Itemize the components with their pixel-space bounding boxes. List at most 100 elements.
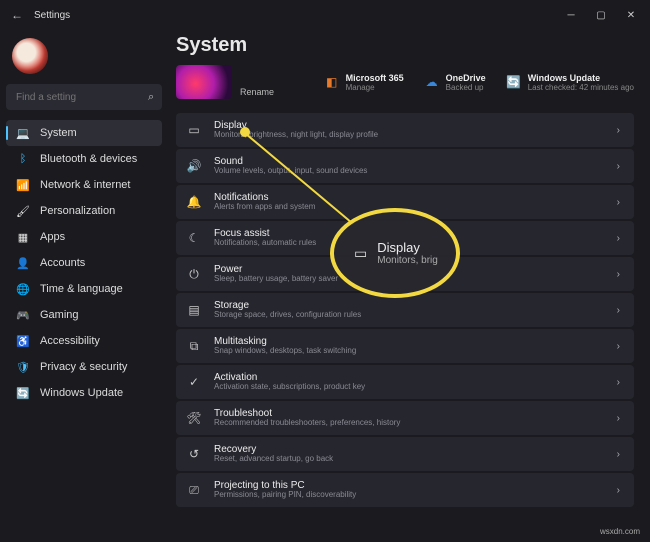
nav-label: Gaming xyxy=(40,309,79,321)
chevron-right-icon: › xyxy=(617,233,620,244)
row-text: MultitaskingSnap windows, desktops, task… xyxy=(214,336,605,356)
service-onedrive[interactable]: ☁OneDriveBacked up xyxy=(424,73,486,92)
service-sub: Manage xyxy=(346,83,404,92)
nav-icon: 🎮 xyxy=(16,309,30,322)
row-sub: Snap windows, desktops, task switching xyxy=(214,347,605,356)
setting-row-multitasking[interactable]: ⧉ MultitaskingSnap windows, desktops, tas… xyxy=(176,329,634,363)
row-text: SoundVolume levels, output, input, sound… xyxy=(214,156,605,176)
row-sub: Reset, advanced startup, go back xyxy=(214,455,605,464)
sidebar-item-privacy-security[interactable]: 🛡Privacy & security xyxy=(6,354,162,380)
chevron-right-icon: › xyxy=(617,269,620,280)
service-icon: ◧ xyxy=(324,74,340,90)
titlebar: ← Settings ─ ▢ ✕ xyxy=(0,0,650,30)
chevron-right-icon: › xyxy=(617,125,620,136)
nav-label: Apps xyxy=(40,231,65,243)
window-controls: ─ ▢ ✕ xyxy=(556,2,646,28)
setting-row-projecting-to-this-pc[interactable]: ⎚Projecting to this PCPermissions, pairi… xyxy=(176,473,634,507)
row-icon: 🔔 xyxy=(186,195,202,209)
nav-label: Accounts xyxy=(40,257,85,269)
setting-list: ▭DisplayMonitors, brightness, night ligh… xyxy=(176,113,634,507)
attribution: wsxdn.com xyxy=(600,527,640,536)
row-icon: ⏻ xyxy=(186,267,202,282)
sidebar: ⌕ 💻 System ᛒ Bluetooth & devices 📶Network & … xyxy=(0,30,168,542)
nav-label: Windows Update xyxy=(40,387,123,399)
rename-link[interactable]: Rename xyxy=(240,87,274,97)
nav-icon: 👤 xyxy=(16,257,30,270)
chevron-right-icon: › xyxy=(617,377,620,388)
row-icon: ▭ xyxy=(186,123,202,137)
row-text: NotificationsAlerts from apps and system xyxy=(214,192,605,212)
nav-icon: 🛡 xyxy=(16,361,30,374)
setting-row-recovery[interactable]: ↺RecoveryReset, advanced startup, go bac… xyxy=(176,437,634,471)
setting-row-power[interactable]: ⏻ PowerSleep, battery usage, battery save… xyxy=(176,257,634,291)
sidebar-item-windows-update[interactable]: 🔄Windows Update xyxy=(6,380,162,406)
nav-label: Bluetooth & devices xyxy=(40,153,137,165)
setting-row-troubleshoot[interactable]: 🛠TroubleshootRecommended troubleshooters… xyxy=(176,401,634,435)
row-icon: ⧉ xyxy=(186,339,202,354)
setting-row-focus-assist[interactable]: ☾ Focus assistNotifications, automatic ru… xyxy=(176,221,634,255)
search-input[interactable] xyxy=(16,92,148,103)
chevron-right-icon: › xyxy=(617,413,620,424)
row-sub: Monitors, brightness, night light, displ… xyxy=(214,131,605,140)
row-sub: Notifications, automatic rules xyxy=(214,239,605,248)
close-button[interactable]: ✕ xyxy=(616,2,646,28)
row-sub: Permissions, pairing PIN, discoverabilit… xyxy=(214,491,605,500)
service-windows-update[interactable]: 🔄Windows UpdateLast checked: 42 minutes … xyxy=(506,73,634,92)
avatar[interactable] xyxy=(12,38,48,74)
sidebar-item-accounts[interactable]: 👤 Accounts xyxy=(6,250,162,276)
chevron-right-icon: › xyxy=(617,485,620,496)
row-sub: Storage space, drives, configuration rul… xyxy=(214,311,605,320)
row-text: RecoveryReset, advanced startup, go back xyxy=(214,444,605,464)
setting-row-notifications[interactable]: 🔔 NotificationsAlerts from apps and syste… xyxy=(176,185,634,219)
service-title: OneDrive xyxy=(446,73,486,83)
row-text: StorageStorage space, drives, configurat… xyxy=(214,300,605,320)
row-icon: ☾ xyxy=(186,231,202,245)
main-content: System Rename ◧ Microsoft 365Manage ☁OneDr… xyxy=(168,30,650,542)
setting-row-activation[interactable]: ✓ActivationActivation state, subscriptio… xyxy=(176,365,634,399)
sidebar-item-time-language[interactable]: 🌐 Time & language xyxy=(6,276,162,302)
sidebar-item-apps[interactable]: ▦ Apps xyxy=(6,224,162,250)
nav-icon: ▦ xyxy=(16,231,30,244)
row-text: PowerSleep, battery usage, battery saver xyxy=(214,264,605,284)
service-microsoft-[interactable]: ◧ Microsoft 365Manage xyxy=(324,73,404,92)
back-button[interactable]: ← xyxy=(4,2,30,28)
minimize-button[interactable]: ─ xyxy=(556,2,586,28)
search-box[interactable]: ⌕ xyxy=(6,84,162,110)
chevron-right-icon: › xyxy=(617,161,620,172)
sidebar-item-personalization[interactable]: 🖌Personalization xyxy=(6,198,162,224)
row-text: Focus assistNotifications, automatic rul… xyxy=(214,228,605,248)
sidebar-item-system[interactable]: 💻 System xyxy=(6,120,162,146)
search-icon: ⌕ xyxy=(148,91,154,104)
service-sub: Last checked: 42 minutes ago xyxy=(528,83,634,92)
nav-icon: ᛒ xyxy=(16,153,30,165)
sidebar-item-accessibility[interactable]: ♿Accessibility xyxy=(6,328,162,354)
services: ◧ Microsoft 365Manage ☁OneDriveBacked up 🔄W… xyxy=(324,73,634,92)
setting-row-sound[interactable]: 🔊 SoundVolume levels, output, input, soun… xyxy=(176,149,634,183)
maximize-button[interactable]: ▢ xyxy=(586,2,616,28)
wallpaper-thumb[interactable] xyxy=(176,65,232,99)
setting-row-storage[interactable]: ▤StorageStorage space, drives, configura… xyxy=(176,293,634,327)
nav-label: Time & language xyxy=(40,283,123,295)
page-title: System xyxy=(176,34,634,57)
nav-label: Personalization xyxy=(40,205,115,217)
sidebar-item-gaming[interactable]: 🎮 Gaming xyxy=(6,302,162,328)
app-title: Settings xyxy=(34,10,70,21)
nav-icon: 💻 xyxy=(16,127,30,140)
service-sub: Backed up xyxy=(446,83,486,92)
row-icon: 🛠 xyxy=(186,411,202,425)
nav-icon: 🌐 xyxy=(16,283,30,296)
layout: ⌕ 💻 System ᛒ Bluetooth & devices 📶Network & … xyxy=(0,30,650,542)
row-sub: Alerts from apps and system xyxy=(214,203,605,212)
chevron-right-icon: › xyxy=(617,305,620,316)
row-sub: Sleep, battery usage, battery saver xyxy=(214,275,605,284)
row-icon: 🔊 xyxy=(186,159,202,173)
sidebar-item-network-internet[interactable]: 📶Network & internet xyxy=(6,172,162,198)
service-title: Microsoft 365 xyxy=(346,73,404,83)
nav-label: System xyxy=(40,127,77,139)
hero-row: Rename ◧ Microsoft 365Manage ☁OneDriveBack… xyxy=(176,65,634,99)
nav-label: Accessibility xyxy=(40,335,100,347)
row-sub: Activation state, subscriptions, product… xyxy=(214,383,605,392)
sidebar-item-bluetooth-devices[interactable]: ᛒ Bluetooth & devices xyxy=(6,146,162,172)
nav-icon: 📶 xyxy=(16,179,30,192)
chevron-right-icon: › xyxy=(617,449,620,460)
